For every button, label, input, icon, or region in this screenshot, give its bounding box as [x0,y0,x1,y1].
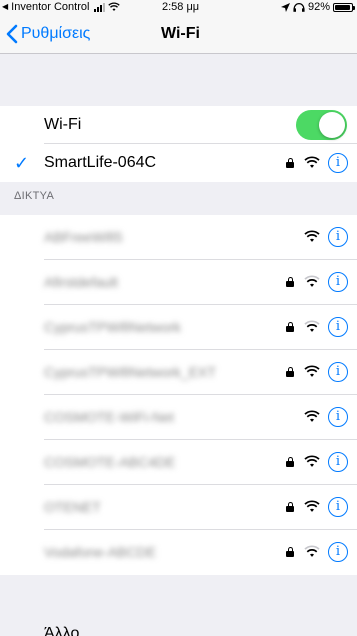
wifi-signal-icon [304,410,320,422]
connected-network-row[interactable]: ✓ SmartLife-064C i [0,144,357,182]
network-name: OTENET [44,499,101,515]
wifi-status-icon [108,2,121,11]
connected-network-name: SmartLife-064C [44,154,157,171]
wifi-signal-icon [304,545,320,557]
status-time: 2:58 μμ [162,1,200,13]
info-icon[interactable]: i [328,407,348,427]
lock-icon [286,457,294,467]
networks-list: ABFreeWifi5 i Afirstdefault i CyprusTPWifiNe… [0,215,357,575]
network-row[interactable]: COSMOTE-ABC4DE i [0,440,357,485]
info-icon[interactable]: i [328,272,348,292]
info-icon[interactable]: i [328,362,348,382]
back-to-app-icon[interactable]: ◀ [2,0,8,14]
network-name: Afirstdefault [44,274,118,290]
back-button-label: Ρυθμίσεις [21,25,91,42]
location-arrow-icon [280,2,290,12]
wifi-signal-icon [304,455,320,467]
lock-icon [286,367,294,377]
network-name: CyprusTPWifiNetwork_EXT [44,364,216,380]
network-row[interactable]: ABFreeWifi5 i [0,215,357,260]
wifi-signal-icon [304,365,320,377]
back-button[interactable]: Ρυθμίσεις [6,14,90,54]
battery-percent: 92% [307,1,330,13]
chevron-left-icon [6,24,18,44]
info-icon[interactable]: i [328,452,348,472]
lock-icon [286,547,294,557]
network-row[interactable]: OTENET i [0,485,357,530]
info-icon[interactable]: i [328,542,348,562]
lock-icon [286,322,294,332]
network-row[interactable]: COSMOTE-WiFi-Net i [0,395,357,440]
wifi-signal-icon [304,230,320,242]
info-icon[interactable]: i [328,497,348,517]
info-icon[interactable]: i [328,317,348,337]
wifi-signal-icon [304,275,320,287]
wifi-label: Wi-Fi [44,116,82,133]
cellular-signal-icon [94,2,106,12]
networks-section-header: ΔΙΚΤΥΑ [14,190,55,202]
wifi-toggle-row: Wi-Fi [0,106,357,144]
other-network-button[interactable]: Άλλο... [44,624,93,636]
network-name: CyprusTPWifiNetwork [44,319,181,335]
battery-icon [333,2,355,12]
wifi-signal-icon [304,500,320,512]
navigation-bar: Wi-Fi Ρυθμίσεις [0,14,357,54]
carrier-label[interactable]: Inventor Control [11,0,89,14]
toggle-knob [319,112,345,138]
lock-icon [286,502,294,512]
network-row[interactable]: Vodafone-ABCDE i [0,530,357,575]
network-name: COSMOTE-ABC4DE [44,454,176,470]
lock-icon [286,277,294,287]
network-row[interactable]: CyprusTPWifiNetwork i [0,305,357,350]
status-bar: ◀ Inventor Control 2:58 μμ 92% [0,0,357,14]
wifi-toggle[interactable] [296,110,347,140]
status-bar-right: 92% [280,0,355,14]
network-row[interactable]: CyprusTPWifiNetwork_EXT i [0,350,357,395]
wifi-signal-icon [304,156,320,168]
wifi-settings-group: Wi-Fi ✓ SmartLife-064C i [0,106,357,182]
info-icon[interactable]: i [328,153,348,173]
network-name: COSMOTE-WiFi-Net [44,409,174,425]
network-name: ABFreeWifi5 [44,229,123,245]
network-name: Vodafone-ABCDE [44,544,157,560]
headphones-icon [293,2,305,12]
info-icon[interactable]: i [328,227,348,247]
lock-icon [286,158,294,168]
status-bar-left: ◀ Inventor Control [2,0,121,14]
wifi-signal-icon [304,320,320,332]
network-row[interactable]: Afirstdefault i [0,260,357,305]
checkmark-icon: ✓ [14,153,30,173]
